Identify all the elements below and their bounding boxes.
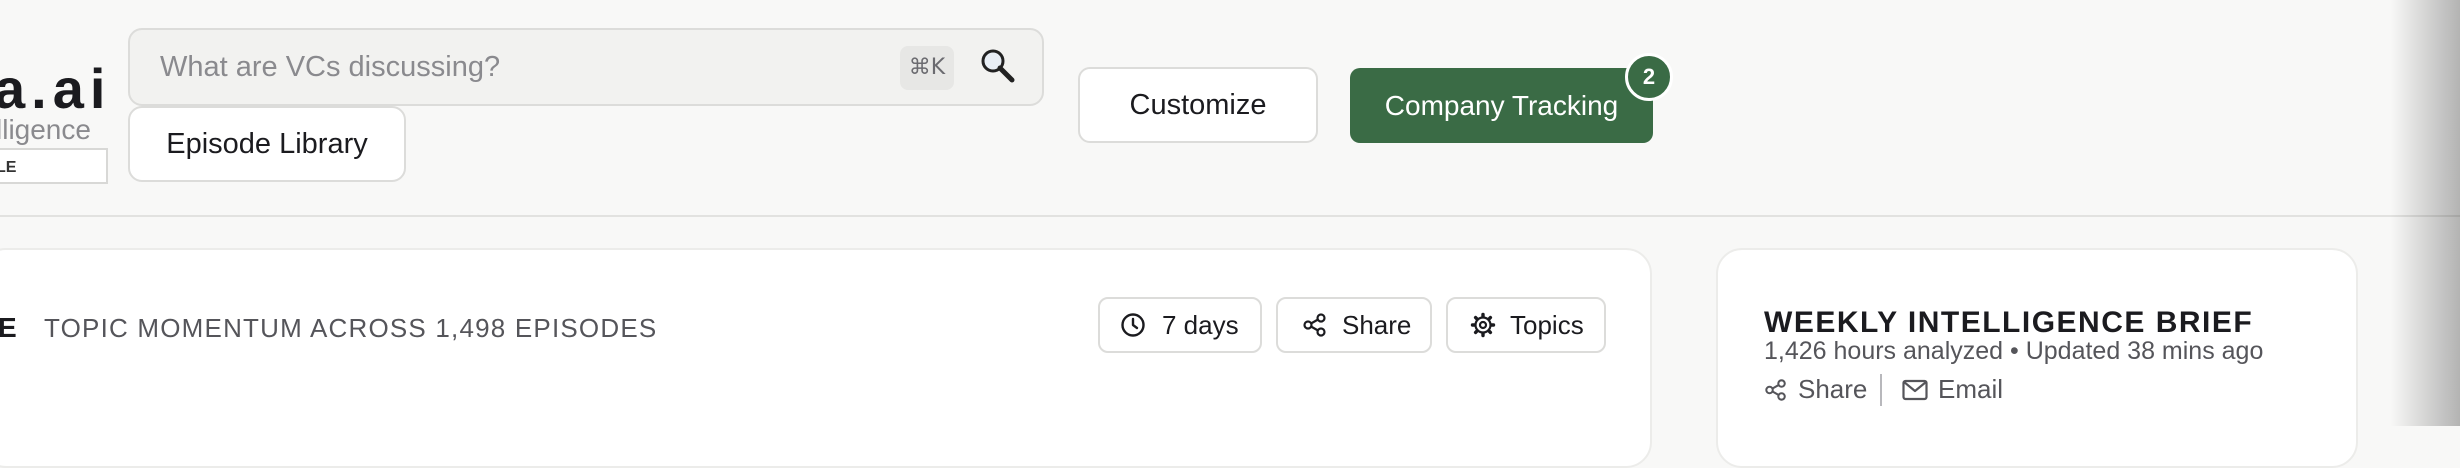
customize-button[interactable]: Customize: [1078, 67, 1318, 143]
clock-icon: [1121, 313, 1145, 337]
divider: [1880, 374, 1882, 406]
weekly-brief-meta: 1,426 hours analyzed • Updated 38 mins a…: [1764, 337, 2264, 365]
topics-button[interactable]: Topics: [1446, 297, 1606, 353]
section-subtitle: TOPIC MOMENTUM ACROSS 1,498 EPISODES: [44, 313, 658, 343]
logo-badge: LE: [0, 148, 108, 184]
time-range-label: 7 days: [1162, 310, 1239, 340]
share-button[interactable]: Share: [1276, 297, 1432, 353]
logo-text[interactable]: a.ai: [0, 56, 111, 121]
brief-share-label: Share: [1798, 374, 1868, 404]
company-tracking-count-badge: 2: [1625, 53, 1673, 101]
email-icon: [1902, 379, 1928, 401]
search-input[interactable]: [160, 30, 880, 104]
company-tracking-button[interactable]: Company Tracking: [1350, 68, 1653, 143]
search-shortcut-hint: ⌘K: [900, 46, 954, 90]
section-title: E: [0, 312, 17, 343]
logo-subtitle: lligence: [0, 114, 91, 145]
share-icon: [1303, 313, 1326, 337]
share-label: Share: [1342, 310, 1412, 340]
weekly-brief-title: WEEKLY INTELLIGENCE BRIEF: [1764, 306, 2254, 339]
search-icon[interactable]: [978, 46, 1018, 86]
time-range-button[interactable]: 7 days: [1098, 297, 1262, 353]
episode-library-button[interactable]: Episode Library: [128, 106, 406, 182]
gear-icon: [1470, 312, 1496, 338]
search-box: ⌘K: [128, 28, 1044, 106]
share-icon: [1765, 379, 1786, 401]
topics-label: Topics: [1510, 310, 1584, 340]
brief-email-label: Email: [1938, 374, 2004, 404]
top-header: a.ai lligence LE ⌘K Episode Library Cust…: [0, 0, 2460, 217]
topic-momentum-card: [0, 248, 1652, 468]
